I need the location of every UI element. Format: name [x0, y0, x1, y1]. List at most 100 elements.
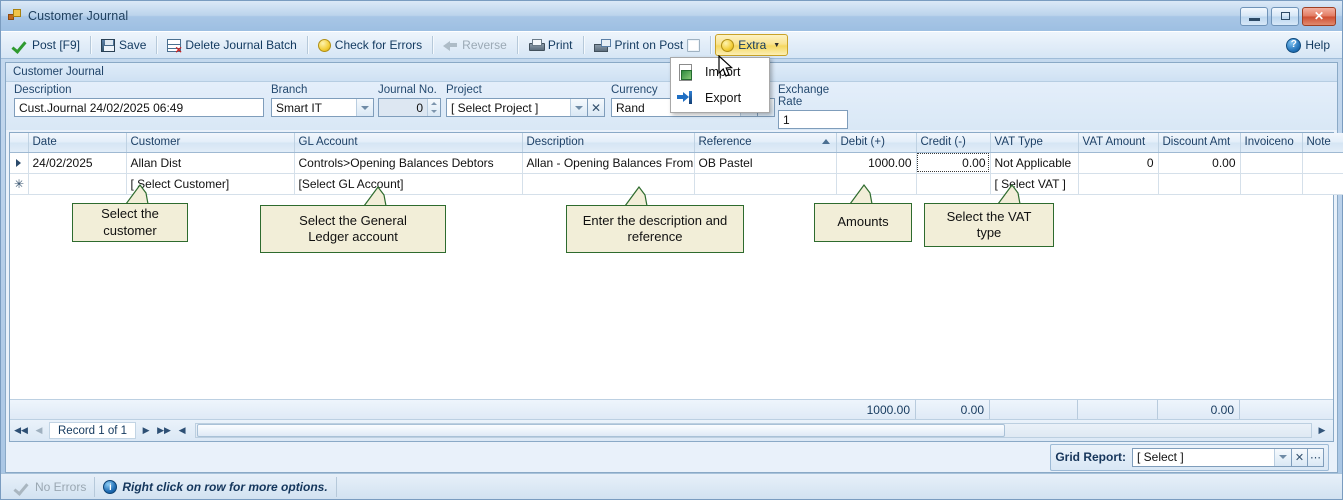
no-errors-status: No Errors — [7, 477, 94, 497]
first-record-button[interactable]: ◀◀ — [13, 423, 29, 439]
cell-vat_amount[interactable]: 0 — [1078, 152, 1159, 174]
scroll-left-button[interactable]: ◀ — [174, 423, 190, 439]
journal-no-value: 0 — [379, 99, 427, 116]
previous-record-button[interactable]: ◀ — [31, 423, 47, 439]
help-button-label: Help — [1305, 38, 1330, 52]
exchange-rate-field-group: Exchange Rate 1 — [778, 84, 848, 129]
menu-item-export[interactable]: Export — [671, 85, 769, 111]
branch-select[interactable]: Smart IT — [271, 98, 374, 117]
hint-status: i Right click on row for more options. — [94, 476, 335, 497]
grid-summary-row: 1000.00 0.00 0.00 — [10, 399, 1333, 419]
post-button-label: Post [F9] — [32, 38, 81, 52]
yellow-ball-icon — [721, 38, 735, 52]
reverse-button[interactable]: Reverse — [437, 34, 513, 56]
cell-customer[interactable]: Allan Dist — [126, 152, 295, 174]
next-record-button[interactable]: ▶ — [138, 423, 154, 439]
row-selector[interactable]: ✳ — [10, 173, 29, 195]
close-icon: ✕ — [1313, 9, 1325, 23]
save-button[interactable]: Save — [95, 34, 152, 56]
minimize-button[interactable] — [1240, 6, 1268, 26]
callout-text: Select the General Ledger account — [299, 212, 407, 244]
last-record-button[interactable]: ▶▶ — [156, 423, 172, 439]
cell-discount_amt[interactable] — [1158, 173, 1241, 195]
grid-header-vat_amount[interactable]: VAT Amount — [1078, 133, 1159, 153]
grid-report-group: Grid Report: [ Select ] ✕ ⋯ — [1050, 443, 1329, 471]
table-delete-icon — [167, 38, 182, 55]
callout-5: Select the VAT type — [924, 203, 1054, 247]
journal-no-stepper[interactable]: 0 — [378, 98, 441, 117]
check-for-errors-button[interactable]: Check for Errors — [312, 34, 428, 56]
cell-invoiceno[interactable] — [1240, 152, 1303, 174]
project-clear-button[interactable]: ✕ — [588, 98, 605, 117]
cell-reference[interactable]: OB Pastel — [694, 152, 837, 174]
callout-2: Select the General Ledger account — [260, 205, 446, 253]
print-on-post-button[interactable]: Print on Post — [588, 34, 707, 56]
branch-field-group: Branch Smart IT — [271, 84, 374, 117]
grid-header-description[interactable]: Description — [522, 133, 695, 153]
grid-header-reference[interactable]: Reference — [694, 133, 837, 153]
grid-report-clear-button[interactable]: ✕ — [1292, 447, 1308, 467]
cell-gl_account[interactable]: [Select GL Account] — [294, 173, 523, 195]
table-row[interactable]: 24/02/2025 Allan Dist Controls>Opening Bal… — [10, 152, 1343, 174]
cell-description[interactable] — [522, 173, 695, 195]
extra-button-label: Extra — [738, 38, 767, 52]
exchange-rate-input[interactable]: 1 — [778, 110, 848, 129]
title-bar: Customer Journal ✕ — [1, 1, 1342, 31]
project-select[interactable]: [ Select Project ] — [446, 98, 588, 117]
cell-description[interactable]: Allan - Opening Balances From — [522, 152, 695, 174]
printer-icon — [528, 38, 545, 52]
new-row-icon: ✳ — [14, 176, 25, 191]
grid-header-credit[interactable]: Credit (-) — [916, 133, 991, 153]
toolbar-separator — [90, 36, 92, 54]
cell-invoiceno[interactable] — [1240, 173, 1303, 195]
grid-header-gl_account[interactable]: GL Account — [294, 133, 523, 153]
horizontal-scrollbar[interactable] — [195, 423, 1312, 438]
cell-debit[interactable]: 1000.00 — [836, 152, 917, 174]
cell-gl_account[interactable]: Controls>Opening Balances Debtors — [294, 152, 523, 174]
sort-ascending-icon — [821, 139, 830, 144]
post-button[interactable]: Post [F9] — [7, 34, 86, 56]
scrollbar-thumb[interactable] — [197, 424, 1006, 437]
cell-discount_amt[interactable]: 0.00 — [1158, 152, 1241, 174]
print-button[interactable]: Print — [522, 34, 579, 56]
extra-dropdown-button[interactable]: Extra ▼ — [715, 34, 789, 56]
callout-text: Amounts — [837, 214, 889, 230]
grid-header-discount_amt[interactable]: Discount Amt — [1158, 133, 1241, 153]
grid-header-invoiceno[interactable]: Invoiceno — [1240, 133, 1303, 153]
reverse-arrow-icon — [443, 39, 458, 51]
spinner-buttons[interactable] — [427, 99, 440, 116]
cell-note[interactable] — [1302, 173, 1343, 195]
branch-label: Branch — [271, 84, 308, 96]
cell-note[interactable] — [1302, 152, 1343, 174]
table-row[interactable]: ✳[ Select Customer] [Select GL Account][ … — [10, 173, 1343, 195]
cell-vat_type[interactable]: Not Applicable — [990, 152, 1079, 174]
cell-reference[interactable] — [694, 173, 837, 195]
mouse-cursor — [718, 55, 734, 77]
cell-date[interactable]: 24/02/2025 — [28, 152, 127, 174]
chevron-down-icon[interactable] — [570, 99, 587, 116]
grid-header-customer[interactable]: Customer — [126, 133, 295, 153]
description-input[interactable]: Cust.Journal 24/02/2025 06:49 — [14, 98, 264, 117]
scroll-right-button[interactable]: ▶ — [1314, 425, 1330, 436]
cell-credit[interactable]: 0.00 — [916, 152, 991, 174]
chevron-down-icon[interactable] — [1274, 448, 1291, 466]
maximize-button[interactable] — [1271, 6, 1299, 26]
cell-credit[interactable] — [916, 173, 991, 195]
chevron-down-icon[interactable] — [356, 99, 373, 116]
grid-header-debit[interactable]: Debit (+) — [836, 133, 917, 153]
cell-date[interactable] — [28, 173, 127, 195]
grid-header-vat_type[interactable]: VAT Type — [990, 133, 1079, 153]
print-on-post-checkbox[interactable] — [687, 38, 701, 52]
callout-tail-5 — [997, 183, 1021, 205]
delete-journal-batch-button[interactable]: Delete Journal Batch — [161, 34, 302, 56]
grid-header-note[interactable]: Note — [1302, 133, 1343, 153]
grid-report-select[interactable]: [ Select ] — [1132, 447, 1292, 467]
save-button-label: Save — [119, 38, 147, 52]
grid-report-options-button[interactable]: ⋯ — [1308, 447, 1324, 467]
row-selector[interactable] — [10, 152, 29, 174]
callout-tail-2 — [363, 185, 387, 207]
cell-vat_amount[interactable] — [1078, 173, 1159, 195]
close-button[interactable]: ✕ — [1302, 6, 1336, 26]
help-button[interactable]: ? Help — [1280, 34, 1336, 56]
grid-header-date[interactable]: Date — [28, 133, 127, 153]
